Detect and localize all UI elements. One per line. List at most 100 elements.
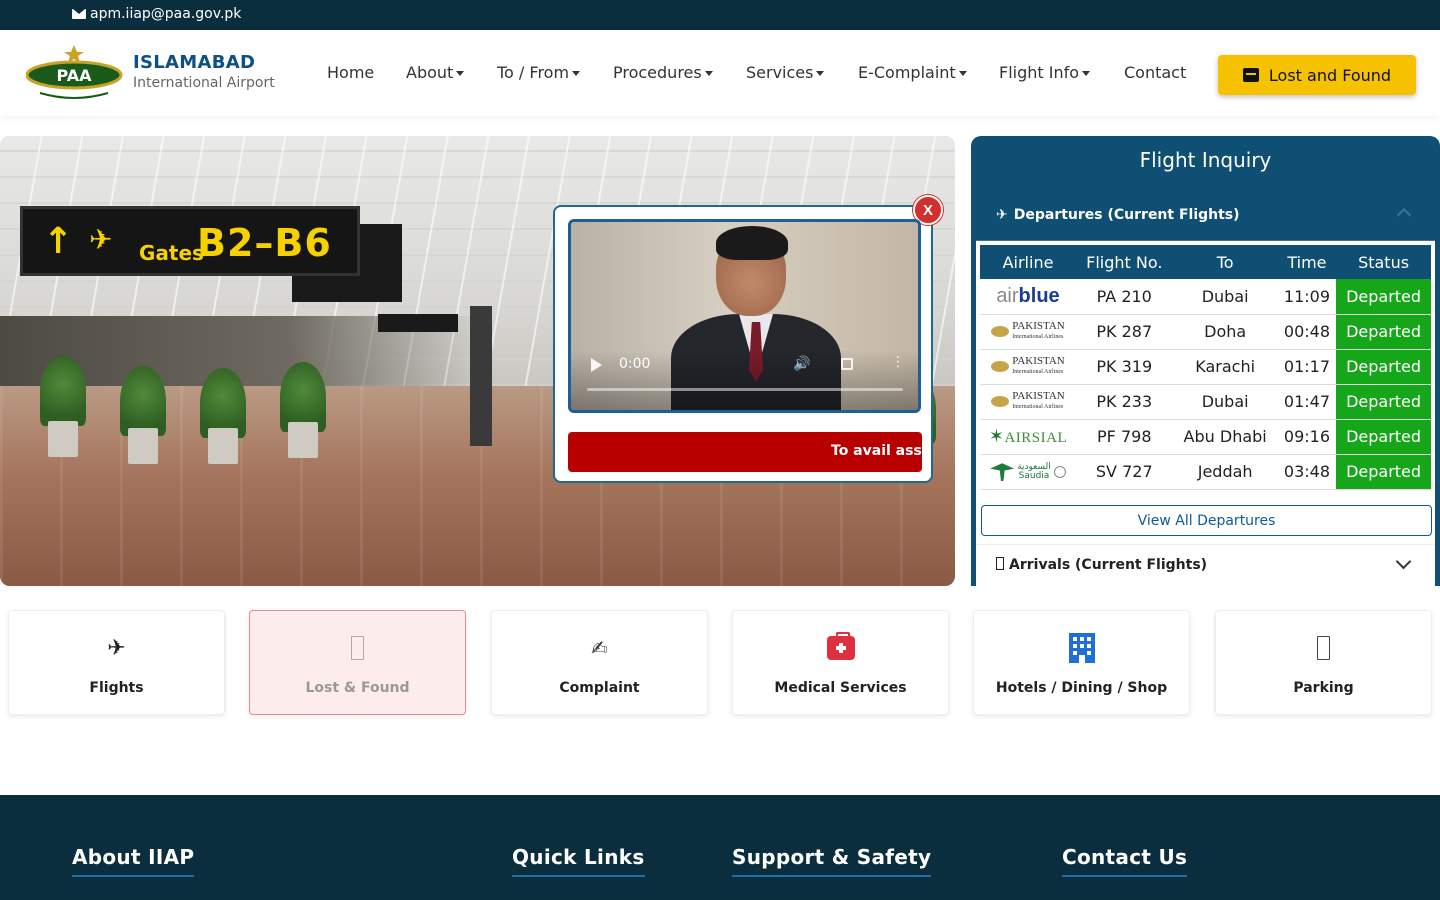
status-badge: Departed (1336, 314, 1431, 350)
quick-link-label: Lost & Found (305, 680, 410, 696)
nav-services-label: Services (746, 63, 814, 82)
planter (208, 428, 238, 464)
table-row: ✶AIRSIAL PF 798 Abu Dhabi 09:16 Departed (980, 419, 1431, 455)
lost-and-found-button[interactable]: Lost and Found (1218, 55, 1416, 95)
quick-link-lost-found[interactable]: Lost & Found (249, 610, 466, 715)
box-icon (1242, 68, 1259, 82)
brand[interactable]: ISLAMABAD International Airport (133, 52, 275, 91)
more-options-icon[interactable]: ⋮ (891, 354, 905, 370)
play-icon[interactable] (591, 358, 602, 372)
destination: Jeddah (1172, 454, 1278, 490)
missing-glyph-icon (996, 557, 1004, 570)
quick-link-flights[interactable]: ✈ Flights (8, 610, 225, 715)
flight-time: 01:17 (1277, 349, 1337, 385)
site-header: PAA ISLAMABAD International Airport Home… (0, 30, 1440, 116)
flight-time: 01:47 (1277, 384, 1337, 420)
departures-table: Airline Flight No. To Time Status airblu… (980, 245, 1431, 490)
airline-cell: airblue (980, 279, 1076, 315)
gates-sign-label: Gates (139, 241, 204, 265)
airplane-icon: ✈ (107, 635, 126, 661)
flight-time: 00:48 (1277, 314, 1337, 350)
video-time: 0:00 (619, 356, 651, 372)
footer-heading-about: About IIAP (72, 845, 195, 877)
footer-heading-support: Support & Safety (732, 845, 932, 877)
nav-e-complaint-label: E-Complaint (858, 63, 956, 82)
quick-link-parking[interactable]: Parking (1215, 610, 1432, 715)
status-badge: Departed (1336, 279, 1431, 315)
nav-procedures[interactable]: Procedures (613, 63, 713, 82)
pen-icon: ✍ (591, 636, 608, 660)
nav-services[interactable]: Services (746, 63, 825, 82)
missing-glyph-icon (351, 636, 364, 660)
table-row: السعودية Saudia SV 727 Jeddah 03:48 Depar… (980, 454, 1431, 490)
nav-to-from[interactable]: To / From (497, 63, 581, 82)
flight-time: 03:48 (1277, 454, 1337, 490)
footer-heading-quick-links: Quick Links (512, 845, 645, 877)
chevron-up-icon (1396, 207, 1412, 223)
airplane-icon: ✈ (996, 207, 1008, 223)
caret-down-icon (572, 71, 581, 76)
gates-sign: ↑ ✈ Gates B2–B6 (20, 206, 360, 276)
email-link[interactable]: apm.iiap@paa.gov.pk (72, 6, 241, 22)
quick-link-label: Hotels / Dining / Shop (995, 680, 1168, 696)
video-player[interactable]: 0:00 🔊 ⋮ (568, 219, 921, 413)
saudia-logo: السعودية Saudia (990, 463, 1066, 482)
planter (128, 428, 158, 464)
destination: Abu Dhabi (1172, 419, 1278, 455)
footer-heading-contact: Contact Us (1062, 845, 1188, 877)
flight-inquiry-title: Flight Inquiry (1139, 148, 1272, 172)
view-all-label: View All Departures (1137, 512, 1276, 529)
table-row: PAKISTAN International Airlines PK 287 Do… (980, 314, 1431, 350)
table-row: PAKISTAN International Airlines PK 233 Du… (980, 384, 1431, 420)
flight-time: 09:16 (1277, 419, 1337, 455)
airline-cell: PAKISTAN International Airlines (980, 314, 1076, 350)
departures-accordion-header[interactable]: ✈ Departures (Current Flights) (976, 190, 1435, 241)
column-header-time: Time (1277, 245, 1337, 279)
table-row: PAKISTAN International Airlines PK 319 Ka… (980, 349, 1431, 385)
quick-link-complaint[interactable]: ✍ Complaint (491, 610, 708, 715)
airblue-logo: airblue (996, 284, 1060, 307)
nav-about[interactable]: About (406, 63, 465, 82)
nav-home[interactable]: Home (327, 63, 374, 82)
caret-down-icon (1082, 71, 1091, 76)
flight-number: PK 233 (1076, 384, 1173, 420)
missing-glyph-icon (1317, 636, 1330, 660)
planter (48, 421, 78, 457)
status-badge: Departed (1336, 349, 1431, 385)
video-person-hair (716, 226, 788, 260)
lost-and-found-label: Lost and Found (1268, 65, 1392, 85)
nav-e-complaint[interactable]: E-Complaint (858, 63, 967, 82)
destination: Dubai (1172, 279, 1278, 315)
nav-contact[interactable]: Contact (1124, 63, 1186, 82)
quick-link-medical[interactable]: Medical Services (732, 610, 949, 715)
view-all-departures-button[interactable]: View All Departures (981, 505, 1432, 536)
status-badge: Departed (1336, 419, 1431, 455)
quick-link-label: Medical Services (774, 680, 907, 696)
video-progress-bar[interactable] (587, 388, 903, 391)
arrivals-accordion-header[interactable]: Arrivals (Current Flights) (976, 545, 1435, 586)
flight-time: 11:09 (1277, 279, 1337, 315)
nav-procedures-label: Procedures (613, 63, 702, 82)
paa-logo[interactable]: PAA (26, 45, 126, 103)
fullscreen-icon[interactable] (841, 358, 853, 370)
caret-down-icon (456, 71, 465, 76)
plant (40, 356, 86, 426)
nav-flight-info[interactable]: Flight Info (999, 63, 1091, 82)
hero-side-sign (378, 314, 458, 332)
top-bar: apm.iiap@paa.gov.pk (0, 0, 1440, 30)
nav-contact-label: Contact (1124, 63, 1187, 82)
flight-inquiry-panel: Flight Inquiry ✈ Departures (Current Flig… (971, 136, 1440, 586)
nav-flight-info-label: Flight Info (999, 63, 1080, 82)
quick-link-hotels[interactable]: Hotels / Dining / Shop (973, 610, 1190, 715)
pia-logo: PAKISTAN International Airlines (991, 390, 1065, 412)
volume-icon[interactable]: 🔊 (793, 356, 810, 372)
logo-text: PAA (56, 66, 92, 85)
video-popup: X 0:00 🔊 ⋮ To avail assi (553, 195, 943, 483)
destination: Karachi (1172, 349, 1278, 385)
column-header-to: To (1172, 245, 1278, 279)
announcement-marquee: To avail assi (568, 432, 922, 472)
column-header-status: Status (1336, 245, 1431, 279)
status-badge: Departed (1336, 384, 1431, 420)
gates-sign-code: B2–B6 (197, 221, 332, 265)
airline-cell: ✶AIRSIAL (980, 419, 1076, 455)
